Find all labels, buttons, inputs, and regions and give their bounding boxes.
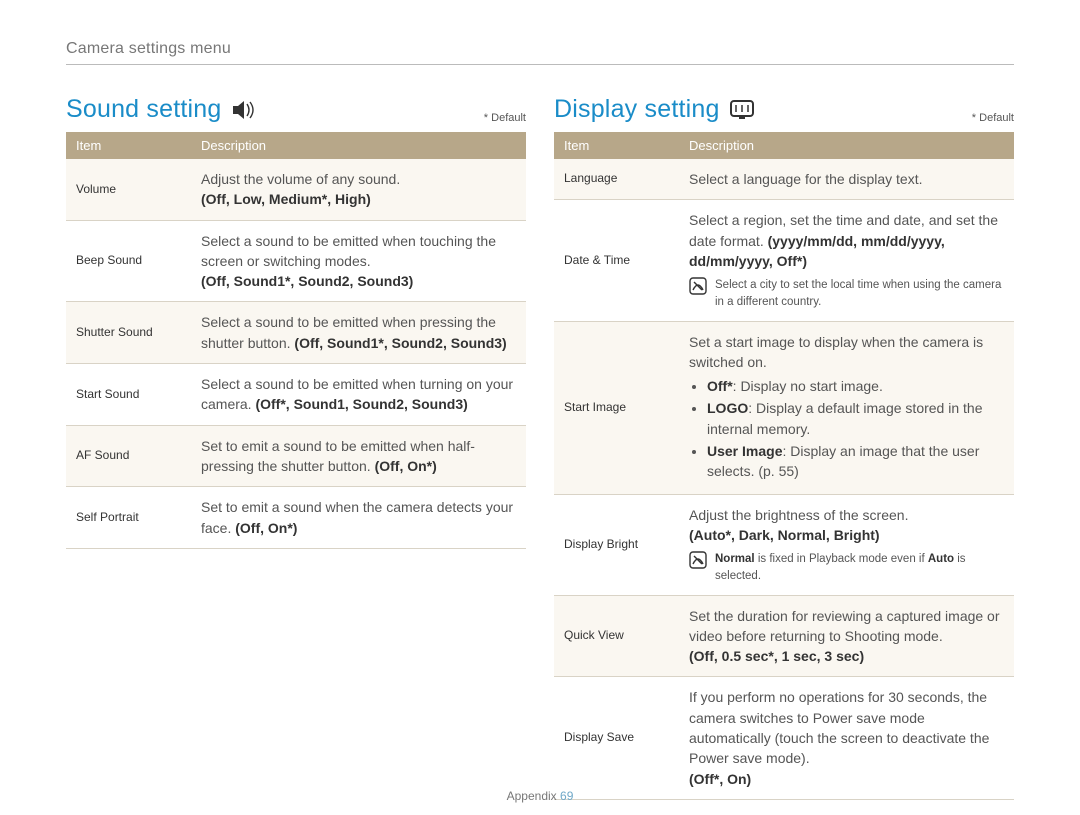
table-row: Beep Sound Select a sound to be emitted … xyxy=(66,220,526,302)
display-icon xyxy=(730,100,754,120)
sound-title-text: Sound setting xyxy=(66,95,222,124)
sound-column: Sound setting * Default Item De xyxy=(66,95,526,800)
row-item: Quick View xyxy=(554,595,679,677)
row-desc: Select a region, set the time and date, … xyxy=(679,200,1014,321)
list-item: LOGO: Display a default image stored in … xyxy=(707,398,1006,439)
row-desc: Adjust the brightness of the screen. (Au… xyxy=(679,494,1014,595)
table-row: AF Sound Set to emit a sound to be emitt… xyxy=(66,425,526,487)
table-row: Volume Adjust the volume of any sound. (… xyxy=(66,159,526,220)
sound-settings-table: Item Description Volume Adjust the volum… xyxy=(66,132,526,549)
display-settings-table: Item Description Language Select a langu… xyxy=(554,132,1014,800)
note-icon xyxy=(689,277,707,301)
row-desc: Select a sound to be emitted when pressi… xyxy=(191,302,526,364)
table-row: Display Save If you perform no operation… xyxy=(554,677,1014,799)
two-column-layout: Sound setting * Default Item De xyxy=(66,95,1014,800)
note-text: Normal is fixed in Playback mode even if… xyxy=(715,551,1006,584)
row-desc: Set a start image to display when the ca… xyxy=(679,321,1014,494)
row-desc: Set the duration for reviewing a capture… xyxy=(679,595,1014,677)
row-desc: Set to emit a sound to be emitted when h… xyxy=(191,425,526,487)
row-item: Start Sound xyxy=(66,364,191,426)
speaker-icon xyxy=(232,100,258,120)
row-item: Language xyxy=(554,159,679,200)
note: Normal is fixed in Playback mode even if… xyxy=(689,551,1006,584)
note: Select a city to set the local time when… xyxy=(689,277,1006,310)
row-item: Date & Time xyxy=(554,200,679,321)
row-desc: If you perform no operations for 30 seco… xyxy=(679,677,1014,799)
note-text: Select a city to set the local time when… xyxy=(715,277,1006,310)
col-header-item: Item xyxy=(66,132,191,159)
row-item: Beep Sound xyxy=(66,220,191,302)
list-item: Off*: Display no start image. xyxy=(707,376,1006,396)
display-section-title: Display setting xyxy=(554,95,754,124)
breadcrumb-row: Camera settings menu xyxy=(66,40,1014,65)
sound-section-title: Sound setting xyxy=(66,95,258,124)
display-title-text: Display setting xyxy=(554,95,720,124)
sound-section-header: Sound setting * Default xyxy=(66,95,526,124)
table-row: Display Bright Adjust the brightness of … xyxy=(554,494,1014,595)
table-row: Date & Time Select a region, set the tim… xyxy=(554,200,1014,321)
default-note: * Default xyxy=(484,112,526,124)
page-footer: Appendix 69 xyxy=(0,789,1080,803)
col-header-desc: Description xyxy=(679,132,1014,159)
col-header-desc: Description xyxy=(191,132,526,159)
display-column: Display setting * Default xyxy=(554,95,1014,800)
row-item: Shutter Sound xyxy=(66,302,191,364)
default-note: * Default xyxy=(972,112,1014,124)
table-row: Shutter Sound Select a sound to be emitt… xyxy=(66,302,526,364)
row-desc: Select a sound to be emitted when turnin… xyxy=(191,364,526,426)
row-item: Start Image xyxy=(554,321,679,494)
row-desc: Select a language for the display text. xyxy=(679,159,1014,200)
table-row: Quick View Set the duration for reviewin… xyxy=(554,595,1014,677)
note-icon xyxy=(689,551,707,575)
col-header-item: Item xyxy=(554,132,679,159)
row-item: Volume xyxy=(66,159,191,220)
list-item: User Image: Display an image that the us… xyxy=(707,441,1006,482)
row-item: Self Portrait xyxy=(66,487,191,549)
footer-section: Appendix xyxy=(507,789,557,803)
row-item: Display Bright xyxy=(554,494,679,595)
table-row: Start Image Set a start image to display… xyxy=(554,321,1014,494)
table-row: Language Select a language for the displ… xyxy=(554,159,1014,200)
start-image-options: Off*: Display no start image. LOGO: Disp… xyxy=(707,376,1006,481)
row-desc: Adjust the volume of any sound. (Off, Lo… xyxy=(191,159,526,220)
row-item: AF Sound xyxy=(66,425,191,487)
footer-page-number: 69 xyxy=(560,789,573,803)
page-content: Camera settings menu Sound setting * Def… xyxy=(0,0,1080,800)
display-section-header: Display setting * Default xyxy=(554,95,1014,124)
table-row: Start Sound Select a sound to be emitted… xyxy=(66,364,526,426)
row-desc: Set to emit a sound when the camera dete… xyxy=(191,487,526,549)
breadcrumb: Camera settings menu xyxy=(66,40,231,57)
row-desc: Select a sound to be emitted when touchi… xyxy=(191,220,526,302)
row-item: Display Save xyxy=(554,677,679,799)
table-row: Self Portrait Set to emit a sound when t… xyxy=(66,487,526,549)
